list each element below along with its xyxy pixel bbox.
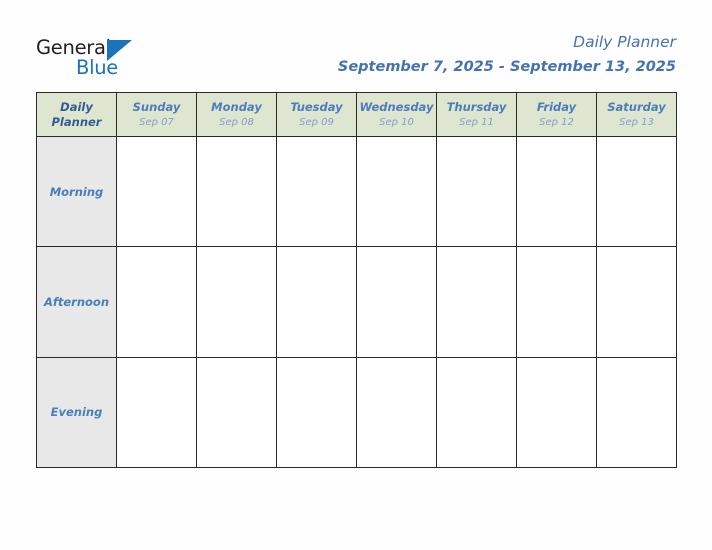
day-name: Thursday [446, 99, 507, 114]
slot-label-afternoon: Afternoon [36, 246, 117, 358]
planner-cell-evening-wednesday[interactable] [356, 356, 437, 469]
general-blue-logo: General Blue [36, 37, 226, 83]
planner-cell-morning-saturday[interactable] [596, 135, 677, 248]
day-header-saturday: Saturday Sep 13 [596, 92, 677, 137]
planner-cell-afternoon-thursday[interactable] [436, 246, 517, 358]
date-range: September 7, 2025 - September 13, 2025 [337, 59, 676, 75]
planner-header-row: Daily Planner Sunday Sep 07 Monday Sep 0… [36, 92, 677, 137]
day-header-sunday: Sunday Sep 07 [116, 92, 197, 137]
planner-cell-morning-tuesday[interactable] [276, 135, 357, 248]
planner-cell-afternoon-tuesday[interactable] [276, 246, 357, 358]
logo-text-blue: Blue [76, 56, 118, 79]
slot-label-evening: Evening [36, 356, 117, 469]
planner-cell-afternoon-monday[interactable] [196, 246, 277, 358]
planner-cell-morning-friday[interactable] [516, 135, 597, 248]
planner-row-afternoon: Afternoon [36, 246, 677, 358]
planner-row-morning: Morning [36, 135, 677, 248]
planner-cell-evening-tuesday[interactable] [276, 356, 357, 469]
planner-cell-evening-friday[interactable] [516, 356, 597, 469]
planner-cell-evening-thursday[interactable] [436, 356, 517, 469]
planner-corner-cell: Daily Planner [36, 92, 117, 137]
day-date: Sep 07 [139, 116, 174, 128]
slot-label-text: Evening [50, 405, 103, 420]
planner-cell-evening-monday[interactable] [196, 356, 277, 469]
day-date: Sep 09 [299, 116, 334, 128]
planner-cell-morning-sunday[interactable] [116, 135, 197, 248]
page-header: General Blue Daily Planner September 7, … [0, 0, 712, 92]
slot-label-morning: Morning [36, 135, 117, 248]
day-date: Sep 12 [539, 116, 574, 128]
planner-cell-evening-sunday[interactable] [116, 356, 197, 469]
corner-label-line2: Planner [51, 114, 102, 129]
slot-label-text: Afternoon [43, 294, 110, 309]
title-block: Daily Planner September 7, 2025 - Septem… [338, 32, 676, 78]
day-name: Saturday [607, 99, 666, 114]
planner-row-evening: Evening [36, 356, 677, 469]
day-name: Friday [536, 99, 577, 114]
day-header-wednesday: Wednesday Sep 10 [356, 92, 437, 137]
day-name: Sunday [132, 99, 181, 114]
page-title: Daily Planner [573, 33, 676, 51]
planner-cell-afternoon-saturday[interactable] [596, 246, 677, 358]
day-name: Wednesday [359, 99, 434, 114]
day-date: Sep 11 [459, 116, 494, 128]
day-name: Monday [211, 99, 262, 114]
planner-cell-morning-thursday[interactable] [436, 135, 517, 248]
slot-label-text: Morning [49, 184, 104, 199]
planner-cell-evening-saturday[interactable] [596, 356, 677, 469]
planner-cell-morning-monday[interactable] [196, 135, 277, 248]
day-header-tuesday: Tuesday Sep 09 [276, 92, 357, 137]
planner-cell-afternoon-sunday[interactable] [116, 246, 197, 358]
daily-planner-page: General Blue Daily Planner September 7, … [0, 0, 712, 550]
day-name: Tuesday [290, 99, 343, 114]
planner-cell-morning-wednesday[interactable] [356, 135, 437, 248]
planner-cell-afternoon-friday[interactable] [516, 246, 597, 358]
day-date: Sep 08 [219, 116, 254, 128]
day-date: Sep 10 [379, 116, 414, 128]
planner-table: Daily Planner Sunday Sep 07 Monday Sep 0… [36, 92, 677, 469]
day-date: Sep 13 [619, 116, 654, 128]
day-header-friday: Friday Sep 12 [516, 92, 597, 137]
corner-label-line1: Daily [60, 99, 93, 114]
planner-cell-afternoon-wednesday[interactable] [356, 246, 437, 358]
day-header-monday: Monday Sep 08 [196, 92, 277, 137]
day-header-thursday: Thursday Sep 11 [436, 92, 517, 137]
